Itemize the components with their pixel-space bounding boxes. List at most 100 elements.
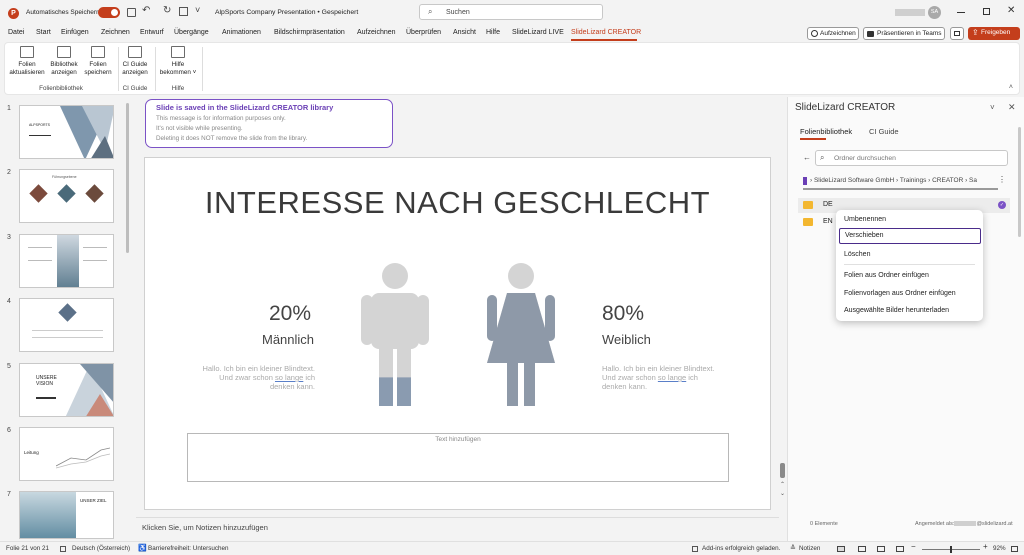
thumb-2-title: Führungsebene	[52, 175, 77, 179]
maximize-icon[interactable]	[983, 8, 990, 15]
help-icon	[171, 46, 185, 58]
thumb-7-title: UNSER ZIEL	[80, 498, 107, 503]
blind-text-part: ich	[303, 373, 315, 382]
slide-thumbnail-1[interactable]: ALPSPORTS	[19, 105, 114, 159]
tab-zeichnen[interactable]: Zeichnen	[101, 29, 130, 36]
panel-footer-count: 0 Elemente	[810, 521, 838, 527]
male-label[interactable]: Männlich	[262, 332, 314, 347]
tab-hilfe[interactable]: Hilfe	[486, 29, 500, 36]
avatar[interactable]: SA	[928, 6, 941, 19]
scroll-up-icon[interactable]: ⌃	[780, 481, 785, 488]
notes-toggle[interactable]: Notizen	[799, 545, 820, 552]
minimize-icon[interactable]	[957, 12, 965, 13]
slide-thumbnail-5[interactable]: UNSERE VISION	[19, 363, 114, 417]
refresh-slides-button[interactable]: Folien aktualisieren	[9, 46, 45, 76]
menu-item-delete[interactable]: Löschen	[844, 251, 870, 258]
autosave-toggle[interactable]	[98, 7, 120, 18]
male-figure-icon[interactable]	[359, 263, 431, 406]
spellcheck-icon[interactable]	[60, 546, 66, 552]
male-blind-text[interactable]: Hallo. Ich bin ein kleiner Blindtext. Un…	[193, 364, 315, 391]
female-label[interactable]: Weiblich	[602, 332, 651, 347]
tab-entwurf[interactable]: Entwurf	[140, 29, 164, 36]
slide-thumbnail-6[interactable]: Leitung	[19, 427, 114, 481]
breadcrumb-more-icon[interactable]: ⋮	[998, 175, 1006, 184]
reading-view-icon[interactable]	[877, 546, 885, 552]
more-icon[interactable]: ˅	[195, 5, 200, 15]
slide-sorter-icon[interactable]	[858, 546, 866, 552]
menu-item-move[interactable]: Verschieben	[839, 228, 981, 244]
search-box[interactable]: ⌕ Suchen	[419, 4, 603, 20]
comments-button[interactable]	[950, 27, 964, 40]
slide-thumbnail-4[interactable]	[19, 298, 114, 352]
save-icon[interactable]	[127, 8, 136, 17]
redo-icon[interactable]: ↻	[163, 5, 171, 16]
panel-tab-underline	[800, 138, 826, 140]
menu-item-rename[interactable]: Umbenennen	[844, 216, 886, 223]
zoom-slider[interactable]	[922, 546, 980, 553]
notes-pane[interactable]: Klicken Sie, um Notizen hinzuzufügen	[136, 517, 779, 541]
get-help-button[interactable]: Hilfe bekommen ˅	[157, 46, 199, 76]
tab-uebergaenge[interactable]: Übergänge	[174, 29, 209, 36]
tab-ansicht[interactable]: Ansicht	[453, 29, 476, 36]
scroll-down-icon[interactable]: ⌄	[780, 490, 785, 497]
tab-start[interactable]: Start	[36, 29, 51, 36]
share-button[interactable]: ⇪ Freigeben	[968, 27, 1020, 40]
slide-canvas[interactable]: INTERESSE NACH GESCHLECHT 20% Männlich H…	[144, 157, 771, 510]
teams-label: Präsentieren in Teams	[877, 30, 942, 37]
slide-title[interactable]: INTERESSE NACH GESCHLECHT	[145, 185, 770, 221]
show-library-button[interactable]: Bibliothek anzeigen	[47, 46, 81, 76]
close-icon[interactable]: ✕	[1007, 5, 1015, 16]
tab-bildschirmpraesentation[interactable]: Bildschirmpräsentation	[274, 29, 345, 36]
breadcrumb-path[interactable]: › SlideLizard Software GmbH › Trainings …	[810, 177, 995, 184]
folder-search-input[interactable]: ⌕ Ordner durchsuchen	[815, 150, 1008, 166]
tab-slidelizard-creator[interactable]: SlideLizard CREATOR	[571, 29, 641, 36]
notes-toggle-icon[interactable]: ≙	[790, 544, 796, 552]
tab-animationen[interactable]: Animationen	[222, 29, 261, 36]
ci-guide-label-2: anzeigen	[122, 68, 148, 76]
language-label[interactable]: Deutsch (Österreich)	[72, 545, 130, 552]
slideshow-icon[interactable]	[896, 546, 904, 552]
refresh-slides-label-1: Folien	[18, 61, 36, 68]
zoom-level[interactable]: 92%	[993, 545, 1006, 552]
panel-tab-ci-guide[interactable]: CI Guide	[869, 127, 899, 136]
zoom-in-icon[interactable]: +	[983, 542, 988, 551]
undo-icon[interactable]: ↶	[142, 5, 150, 16]
slide-thumbnail-3[interactable]	[19, 234, 114, 288]
menu-item-download-images[interactable]: Ausgewählte Bilder herunterladen	[844, 307, 949, 314]
canvas-scrollbar[interactable]	[780, 463, 785, 478]
save-slides-button[interactable]: Folien speichern	[83, 46, 113, 76]
menu-item-insert-templates[interactable]: Folienvorlagen aus Ordner einfügen	[844, 290, 956, 297]
thumb-2-person-3	[85, 184, 104, 203]
tab-datei[interactable]: Datei	[8, 29, 24, 36]
back-arrow-icon[interactable]: ←	[803, 153, 811, 162]
accessibility-label[interactable]: Barrierefreiheit: Untersuchen	[148, 545, 229, 552]
menu-item-insert-slides[interactable]: Folien aus Ordner einfügen	[844, 272, 929, 279]
panel-tab-folienbibliothek[interactable]: Folienbibliothek	[800, 127, 852, 136]
panel-close-icon[interactable]: ✕	[1008, 102, 1016, 113]
panel-scrollbar[interactable]	[1018, 127, 1021, 237]
tab-ueberpruefen[interactable]: Überprüfen	[406, 29, 441, 36]
tab-slidelizard-live[interactable]: SlideLizard LIVE	[512, 29, 564, 36]
slide-thumbnail-7[interactable]: UNSER ZIEL	[19, 491, 114, 539]
accessibility-icon[interactable]: ♿	[138, 544, 147, 552]
slide-thumbnail-2[interactable]: Führungsebene	[19, 169, 114, 223]
collapse-ribbon-icon[interactable]: ˄	[1009, 84, 1013, 91]
zoom-out-icon[interactable]: −	[911, 542, 916, 551]
panel-collapse-icon[interactable]: ˅	[990, 103, 995, 112]
tab-aufzeichnen[interactable]: Aufzeichnen	[357, 29, 396, 36]
tab-einfuegen[interactable]: Einfügen	[61, 29, 89, 36]
customize-icon[interactable]	[179, 7, 188, 16]
zoom-slider-thumb[interactable]	[950, 546, 952, 553]
text-placeholder-box[interactable]: Text hinzufügen	[187, 433, 729, 482]
teams-button[interactable]: Präsentieren in Teams	[863, 27, 945, 40]
fit-slide-icon[interactable]	[1011, 546, 1018, 552]
female-blind-text[interactable]: Hallo. Ich bin ein kleiner Blindtext. Un…	[602, 364, 732, 391]
female-figure-icon[interactable]	[485, 263, 557, 406]
record-button[interactable]: Aufzeichnen	[807, 27, 859, 40]
normal-view-icon[interactable]	[837, 546, 845, 552]
male-percentage[interactable]: 20%	[269, 302, 311, 326]
female-percentage[interactable]: 80%	[602, 302, 644, 326]
thumbnails-scrollbar[interactable]	[126, 103, 129, 253]
folder-row-en[interactable]: EN	[798, 215, 838, 230]
show-ci-guide-button[interactable]: CI Guide anzeigen	[119, 46, 151, 76]
